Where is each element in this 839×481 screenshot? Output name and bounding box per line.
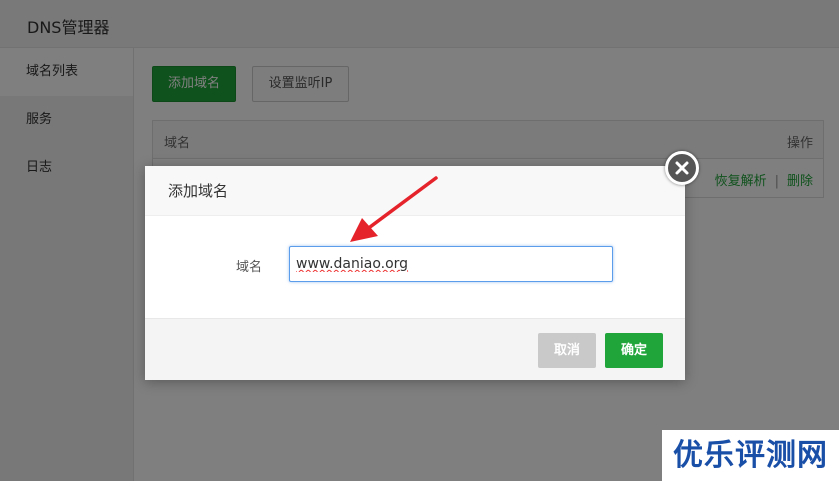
red-arrow-annotation (350, 176, 438, 242)
dialog-footer: 取消 确定 (145, 318, 685, 380)
close-icon[interactable] (665, 151, 699, 185)
close-x-glyph (675, 161, 689, 175)
domain-field-label: 域名 (236, 260, 263, 275)
watermark: 优乐评测网 (662, 430, 839, 481)
cancel-button[interactable]: 取消 (538, 333, 596, 368)
domain-input[interactable] (289, 246, 613, 282)
confirm-button[interactable]: 确定 (605, 333, 663, 368)
